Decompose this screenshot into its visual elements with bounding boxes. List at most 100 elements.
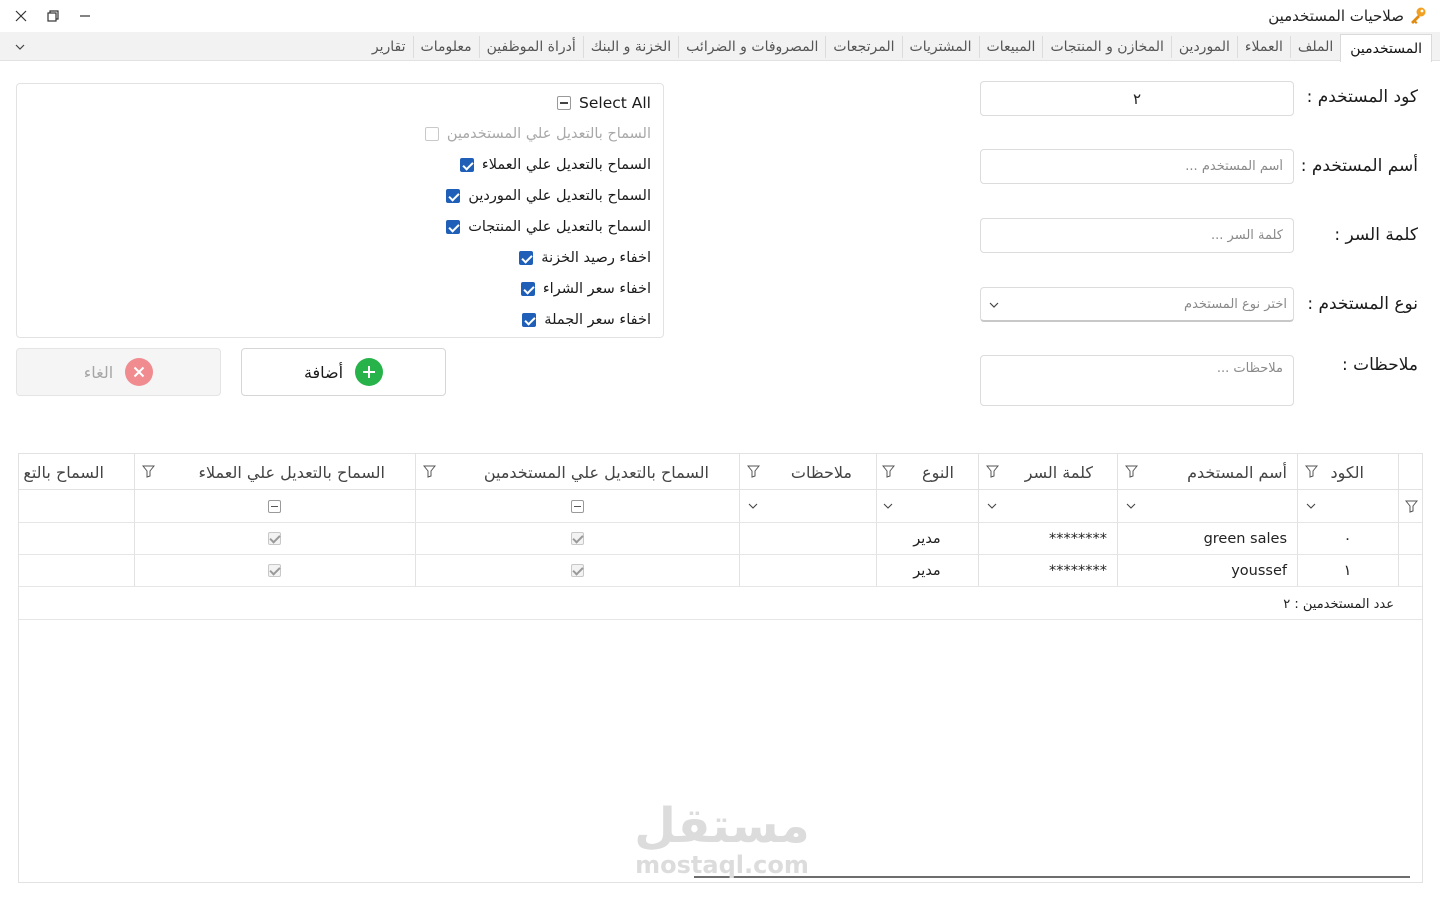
tab-stores-products[interactable]: المخازن و المنتجات: [1042, 35, 1170, 58]
perm-hide-purchase-price-label: اخفاء سعر الشراء: [542, 281, 651, 297]
restore-window-button[interactable]: [37, 4, 69, 28]
notes-label: ملاحظات :: [1341, 355, 1418, 375]
header-password[interactable]: كلمة السر: [978, 454, 1117, 490]
header-notes[interactable]: ملاحظات: [739, 454, 876, 490]
minimize-window-button[interactable]: [69, 4, 101, 28]
row-checkbox: [570, 564, 584, 577]
cell-perm-users: [415, 523, 739, 554]
restore-icon: [47, 10, 59, 22]
cell-password: ********: [1049, 562, 1107, 579]
filter-icon[interactable]: [1125, 465, 1138, 478]
filter-checkbox[interactable]: [570, 499, 584, 513]
filter-type[interactable]: [876, 490, 978, 522]
code-input[interactable]: [981, 82, 1293, 115]
perm-hide-treasury-checkbox[interactable]: [519, 251, 534, 265]
filter-icon[interactable]: [1305, 465, 1318, 478]
window-title: صلاحيات المستخدمين: [1268, 7, 1404, 25]
select-all-row[interactable]: Select All: [557, 94, 651, 112]
filter-perm-users[interactable]: [415, 490, 739, 522]
perm-edit-customers-checkbox[interactable]: [459, 158, 474, 172]
tab-info[interactable]: معلومات: [412, 35, 479, 58]
row-checkbox: [570, 532, 584, 545]
cancel-button[interactable]: الغاء: [16, 348, 221, 396]
header-perm-users[interactable]: السماح بالتعديل علي المستخدمين: [415, 454, 739, 490]
perm-hide-wholesale-price-checkbox[interactable]: [522, 313, 537, 327]
header-perm-suppliers[interactable]: السماح بالتع: [19, 454, 134, 490]
filter-row: [19, 490, 1422, 523]
code-field[interactable]: [980, 81, 1294, 116]
perm-hide-treasury-row[interactable]: اخفاء رصيد الخزنة: [519, 250, 651, 266]
header-username-label: أسم المستخدم: [1187, 462, 1287, 482]
chevron-down-icon: [989, 302, 999, 308]
close-icon: [15, 10, 27, 22]
password-input[interactable]: [981, 219, 1293, 252]
tab-customers[interactable]: العملاء: [1236, 35, 1290, 58]
table-row[interactable]: ٠ green sales ******** مدير: [19, 523, 1422, 555]
minimize-icon: [80, 15, 90, 17]
user-type-placeholder: اختر نوع المستخدم: [1184, 297, 1287, 312]
tab-list: المستخدمين الملف العملاء الموردين المخاز…: [365, 32, 1432, 62]
ribbon-tabs: المستخدمين الملف العملاء الموردين المخاز…: [0, 32, 1440, 62]
chevron-down-icon: [748, 503, 758, 509]
filter-icon[interactable]: [747, 465, 760, 478]
tab-suppliers[interactable]: الموردين: [1170, 35, 1237, 58]
filter-username[interactable]: [1117, 490, 1297, 522]
perm-edit-products-checkbox[interactable]: [446, 220, 461, 234]
filter-password[interactable]: [978, 490, 1117, 522]
perm-edit-products-row[interactable]: السماح بالتعديل علي المنتجات: [446, 219, 651, 235]
name-field[interactable]: [980, 149, 1294, 184]
filter-icon[interactable]: [423, 465, 436, 478]
filter-icon[interactable]: [142, 465, 155, 478]
perm-hide-wholesale-price-row[interactable]: اخفاء سعر الجملة: [522, 312, 651, 328]
cell-perm-customers: [134, 555, 415, 586]
header-type[interactable]: النوع: [876, 454, 978, 490]
filter-icon[interactable]: [986, 465, 999, 478]
filter-perm-customers[interactable]: [134, 490, 415, 522]
horizontal-scrollbar[interactable]: [694, 876, 1410, 878]
perm-edit-suppliers-row[interactable]: السماح بالتعديل علي الموردين: [446, 188, 651, 204]
password-field[interactable]: [980, 218, 1294, 253]
filter-checkbox[interactable]: [268, 499, 281, 513]
name-input[interactable]: [981, 150, 1293, 183]
close-window-button[interactable]: [5, 4, 37, 28]
user-type-select[interactable]: اختر نوع المستخدم: [980, 287, 1294, 322]
tab-reports[interactable]: تقارير: [365, 36, 413, 58]
tab-returns[interactable]: المرتجعات: [825, 35, 901, 58]
perm-edit-users-label: السماح بالتعديل علي المستخدمين: [446, 126, 651, 142]
type-label: نوع المستخدم :: [1307, 294, 1418, 314]
cell-type: مدير: [913, 562, 941, 579]
filter-icon[interactable]: [882, 465, 895, 478]
header-type-label: النوع: [922, 462, 954, 482]
cell-password: ********: [1049, 530, 1107, 547]
table-row[interactable]: ١ youssef ******** مدير: [19, 555, 1422, 587]
grid-header: الكود أسم المستخدم كلمة السر النوع ملاحظ…: [19, 454, 1422, 490]
notes-input[interactable]: [981, 356, 1293, 405]
tab-purchases[interactable]: المشتريات: [901, 35, 979, 58]
chevron-down-icon[interactable]: [12, 39, 28, 55]
cell-code: ٠: [1343, 530, 1352, 547]
filter-notes[interactable]: [739, 490, 876, 522]
add-button[interactable]: أضافة: [241, 348, 446, 396]
perm-edit-customers-row[interactable]: السماح بالتعديل علي العملاء: [459, 157, 651, 173]
key-icon: [1411, 7, 1426, 24]
header-perm-customers[interactable]: السماح بالتعديل علي العملاء: [134, 454, 415, 490]
tab-employees[interactable]: أدراة الموظفين: [478, 35, 583, 58]
filter-row-indicator[interactable]: [1398, 490, 1422, 522]
perm-hide-purchase-price-checkbox[interactable]: [520, 282, 535, 296]
select-all-checkbox[interactable]: [557, 96, 572, 110]
tab-treasury-bank[interactable]: الخزنة و البنك: [582, 35, 678, 58]
notes-field[interactable]: [980, 355, 1294, 406]
perm-hide-purchase-price-row[interactable]: اخفاء سعر الشراء: [520, 281, 651, 297]
tab-users[interactable]: المستخدمين: [1340, 33, 1432, 62]
perm-edit-products-label: السماح بالتعديل علي المنتجات: [468, 219, 651, 235]
perm-edit-suppliers-checkbox[interactable]: [446, 189, 461, 203]
header-code[interactable]: الكود: [1297, 454, 1398, 490]
chevron-down-icon: [883, 503, 893, 509]
users-grid: الكود أسم المستخدم كلمة السر النوع ملاحظ…: [18, 453, 1423, 883]
tab-file[interactable]: الملف: [1289, 35, 1340, 58]
filter-code[interactable]: [1297, 490, 1398, 522]
tab-expenses-taxes[interactable]: المصروفات و الضرائب: [678, 35, 825, 58]
cancel-button-label: الغاء: [83, 362, 114, 382]
header-username[interactable]: أسم المستخدم: [1117, 454, 1297, 490]
tab-sales[interactable]: المبيعات: [978, 35, 1043, 58]
